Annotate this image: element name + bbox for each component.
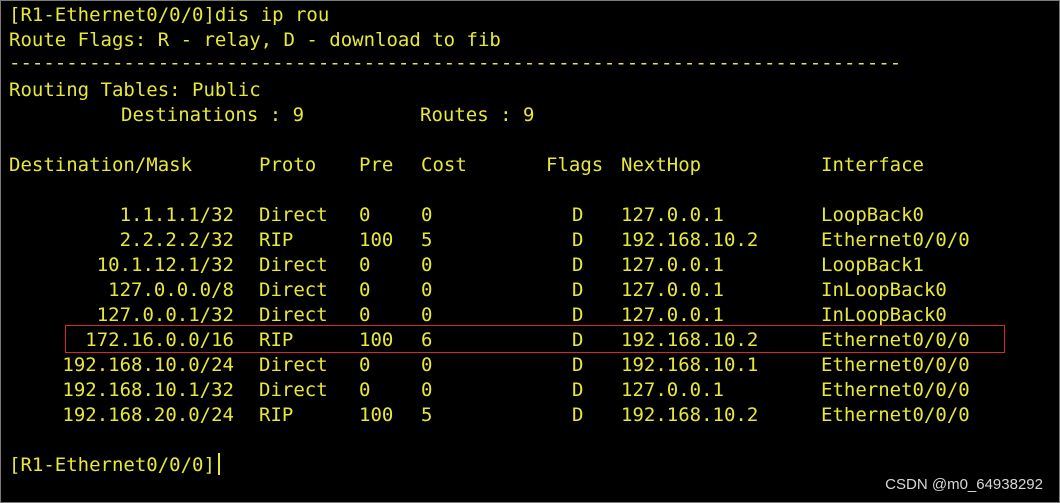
cell-flags: D	[572, 304, 584, 326]
cell-destination: 192.168.10.1/32	[62, 379, 234, 401]
cell-flags: D	[572, 329, 584, 351]
command-line: [R1-Ethernet0/0/0]dis ip rou	[9, 4, 330, 26]
cell-interface: InLoopBack0	[821, 279, 947, 301]
cell-cost: 0	[421, 354, 433, 376]
table-row: 127.0.0.1/32 Direct 0 0 D 127.0.0.1 InLoopBack…	[1, 303, 1059, 328]
cell-cost: 0	[421, 204, 433, 226]
table-row: 192.168.10.1/32 Direct 0 0 D 127.0.0.1 Etherne…	[1, 378, 1059, 403]
cell-destination: 192.168.10.0/24	[62, 354, 234, 376]
divider-line: ----------------------------------------…	[9, 52, 902, 74]
header-nexthop: NextHop	[621, 154, 702, 176]
watermark: CSDN @m0_64938292	[885, 476, 1043, 493]
table-row: 1.1.1.1/32 Direct 0 0 D 127.0.0.1 LoopBack0	[1, 203, 1059, 228]
cell-proto: RIP	[259, 229, 294, 251]
cell-destination: 172.16.0.0/16	[85, 329, 234, 351]
cell-pre: 0	[359, 304, 371, 326]
cell-flags: D	[572, 254, 584, 276]
cell-interface: Ethernet0/0/0	[821, 379, 970, 401]
cell-interface: Ethernet0/0/0	[821, 354, 970, 376]
cell-pre: 0	[359, 379, 371, 401]
header-cost: Cost	[421, 154, 467, 176]
cell-interface: LoopBack1	[821, 254, 924, 276]
cell-pre: 100	[359, 329, 394, 351]
header-interface: Interface	[821, 154, 924, 176]
cell-nexthop: 192.168.10.2	[621, 404, 759, 426]
header-proto: Proto	[259, 154, 317, 176]
cell-cost: 6	[421, 329, 433, 351]
cell-pre: 0	[359, 279, 371, 301]
cell-nexthop: 127.0.0.1	[621, 204, 724, 226]
cell-interface: InLoopBack0	[821, 304, 947, 326]
table-row: 172.16.0.0/16 RIP 100 6 D 192.168.10.2 Etherne…	[1, 328, 1059, 353]
cell-cost: 5	[421, 404, 433, 426]
cell-destination: 2.2.2.2/32	[119, 229, 234, 251]
cell-cost: 0	[421, 379, 433, 401]
cell-nexthop: 192.168.10.2	[621, 329, 759, 351]
cell-interface: Ethernet0/0/0	[821, 229, 970, 251]
cell-flags: D	[572, 354, 584, 376]
header-destination: Destination/Mask	[9, 154, 193, 176]
cell-cost: 0	[421, 304, 433, 326]
cell-cost: 0	[421, 254, 433, 276]
terminal-window[interactable]: [R1-Ethernet0/0/0]dis ip rou Route Flags…	[0, 0, 1060, 503]
cell-nexthop: 127.0.0.1	[621, 304, 724, 326]
destinations-count: Destinations : 9	[121, 104, 305, 126]
cell-destination: 1.1.1.1/32	[119, 204, 234, 226]
cell-pre: 0	[359, 254, 371, 276]
cell-pre: 0	[359, 354, 371, 376]
table-row: 10.1.12.1/32 Direct 0 0 D 127.0.0.1 LoopBack1	[1, 253, 1059, 278]
cell-interface: Ethernet0/0/0	[821, 404, 970, 426]
table-row: 127.0.0.0/8 Direct 0 0 D 127.0.0.1 InLoopBack0	[1, 278, 1059, 303]
cell-proto: Direct	[259, 354, 328, 376]
cell-cost: 5	[421, 229, 433, 251]
routing-tables-line: Routing Tables: Public	[9, 79, 261, 101]
cell-pre: 0	[359, 204, 371, 226]
cell-nexthop: 127.0.0.1	[621, 379, 724, 401]
cell-flags: D	[572, 379, 584, 401]
cell-pre: 100	[359, 229, 394, 251]
prompt-line[interactable]: [R1-Ethernet0/0/0]	[9, 453, 220, 478]
cell-nexthop: 127.0.0.1	[621, 254, 724, 276]
cell-flags: D	[572, 404, 584, 426]
cell-proto: RIP	[259, 404, 294, 426]
table-row: 192.168.10.0/24 Direct 0 0 D 192.168.10.1 Ethe…	[1, 353, 1059, 378]
cell-destination: 10.1.12.1/32	[96, 254, 234, 276]
cell-proto: Direct	[259, 279, 328, 301]
route-flags-line: Route Flags: R - relay, D - download to …	[9, 29, 501, 51]
table-header: Destination/Mask Proto Pre Cost Flags Ne…	[1, 153, 1059, 178]
cell-pre: 100	[359, 404, 394, 426]
cell-proto: Direct	[259, 379, 328, 401]
cell-proto: Direct	[259, 204, 328, 226]
table-row: 2.2.2.2/32 RIP 100 5 D 192.168.10.2 Ethernet0/…	[1, 228, 1059, 253]
cell-nexthop: 127.0.0.1	[621, 279, 724, 301]
cell-nexthop: 192.168.10.1	[621, 354, 759, 376]
header-pre: Pre	[359, 154, 394, 176]
cell-interface: Ethernet0/0/0	[821, 329, 970, 351]
cell-proto: Direct	[259, 254, 328, 276]
cell-destination: 192.168.20.0/24	[62, 404, 234, 426]
cell-flags: D	[572, 279, 584, 301]
cell-flags: D	[572, 204, 584, 226]
cell-interface: LoopBack0	[821, 204, 924, 226]
table-row: 192.168.20.0/24 RIP 100 5 D 192.168.10.2 Ether…	[1, 403, 1059, 428]
routes-count: Routes : 9	[420, 104, 535, 126]
cell-destination: 127.0.0.0/8	[108, 279, 234, 301]
header-flags: Flags	[546, 154, 604, 176]
text-cursor	[217, 453, 220, 475]
cell-destination: 127.0.0.1/32	[96, 304, 234, 326]
prompt-text: [R1-Ethernet0/0/0]	[9, 454, 215, 476]
cell-flags: D	[572, 229, 584, 251]
cell-proto: Direct	[259, 304, 328, 326]
summary-line: Destinations : 9 Routes : 9	[1, 103, 1059, 128]
cell-nexthop: 192.168.10.2	[621, 229, 759, 251]
cell-proto: RIP	[259, 329, 294, 351]
cell-cost: 0	[421, 279, 433, 301]
